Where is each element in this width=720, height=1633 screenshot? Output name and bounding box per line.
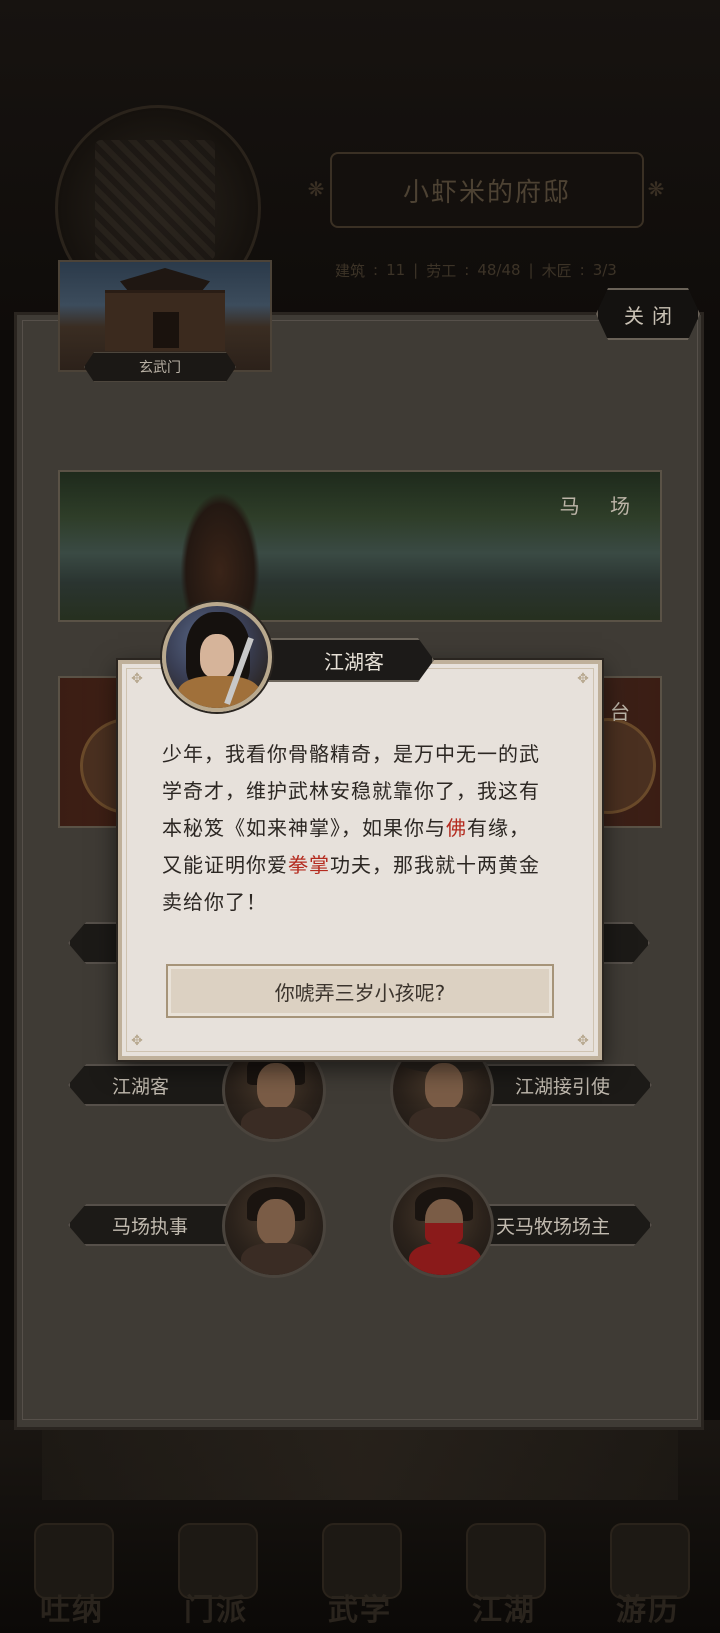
stat-label: 建筑: [335, 261, 366, 280]
scene-horse-field[interactable]: 马 场: [58, 470, 662, 622]
residence-map-icon: [95, 140, 215, 260]
residence-title: 小虾米的府邸: [330, 152, 644, 228]
scene-label: 马 场: [559, 494, 642, 518]
nav-label: 门派: [184, 1593, 248, 1628]
dialog-line: 少年，我看你骨骼精奇，是万中无一的武: [162, 742, 540, 766]
bottom-nav: 吐纳 门派 武学 江湖 游历: [0, 1505, 720, 1633]
stat-label: 劳工: [426, 261, 457, 280]
close-button[interactable]: 关闭: [596, 288, 700, 340]
corner-ornament-icon: ✥: [131, 1033, 143, 1049]
highlight-text: 佛: [446, 816, 467, 840]
dialog-line: 又能证明你爱拳掌功夫，那我就十两黄金: [162, 853, 540, 877]
speaker-portrait: [162, 602, 272, 712]
dialog-text: 少年，我看你骨骼精奇，是万中无一的武 学奇才，维护武林安稳就靠你了，我这有 本秘…: [162, 736, 562, 921]
npc-avatar-machangzhishi[interactable]: [222, 1174, 326, 1278]
nav-item-tuna[interactable]: 吐纳: [12, 1505, 132, 1633]
ornament-right-icon: ❋: [647, 177, 665, 201]
highlight-text: 拳掌: [288, 853, 330, 877]
dialog-line: 本秘笈《如来神掌》，如果你与佛有缘，: [162, 816, 530, 840]
answer-button[interactable]: 你唬弄三岁小孩呢?: [166, 964, 554, 1018]
npc-name: 江湖客: [112, 1075, 170, 1098]
npc-name: 马场执事: [112, 1215, 189, 1238]
nav-item-wuxue[interactable]: 武学: [300, 1505, 420, 1633]
npc-avatar-tianma[interactable]: [390, 1174, 494, 1278]
corner-ornament-icon: ✥: [577, 1033, 589, 1049]
nav-item-menpai[interactable]: 门派: [156, 1505, 276, 1633]
npc-name: 天马牧场场主: [495, 1215, 610, 1238]
stat-value: 11: [386, 261, 406, 279]
stat-value: 48/48: [477, 261, 521, 279]
nav-label: 游历: [616, 1593, 680, 1628]
background-scenery: [42, 1430, 678, 1500]
corner-ornament-icon: ✥: [577, 671, 589, 687]
nav-label: 江湖: [472, 1593, 536, 1628]
dialog-line: 学奇才，维护武林安稳就靠你了，我这有: [162, 779, 540, 803]
nav-item-jianghu[interactable]: 江湖: [444, 1505, 564, 1633]
ornament-left-icon: ❋: [307, 177, 325, 201]
stat-value: 3/3: [592, 261, 617, 279]
location-name: 玄武门: [84, 352, 236, 382]
residence-stats: 建筑: 11 | 劳工: 48/48 | 木匠: 3/3: [335, 261, 617, 280]
nav-label: 武学: [328, 1593, 392, 1628]
npc-name: 江湖接引使: [514, 1075, 610, 1098]
nav-item-youli[interactable]: 游历: [588, 1505, 708, 1633]
speaker-name: 江湖客: [244, 638, 434, 682]
nav-label: 吐纳: [40, 1593, 104, 1628]
gate-door: [153, 312, 179, 348]
dialog-line: 卖给你了！: [162, 890, 267, 914]
corner-ornament-icon: ✥: [131, 671, 143, 687]
stat-label: 木匠: [541, 261, 572, 280]
